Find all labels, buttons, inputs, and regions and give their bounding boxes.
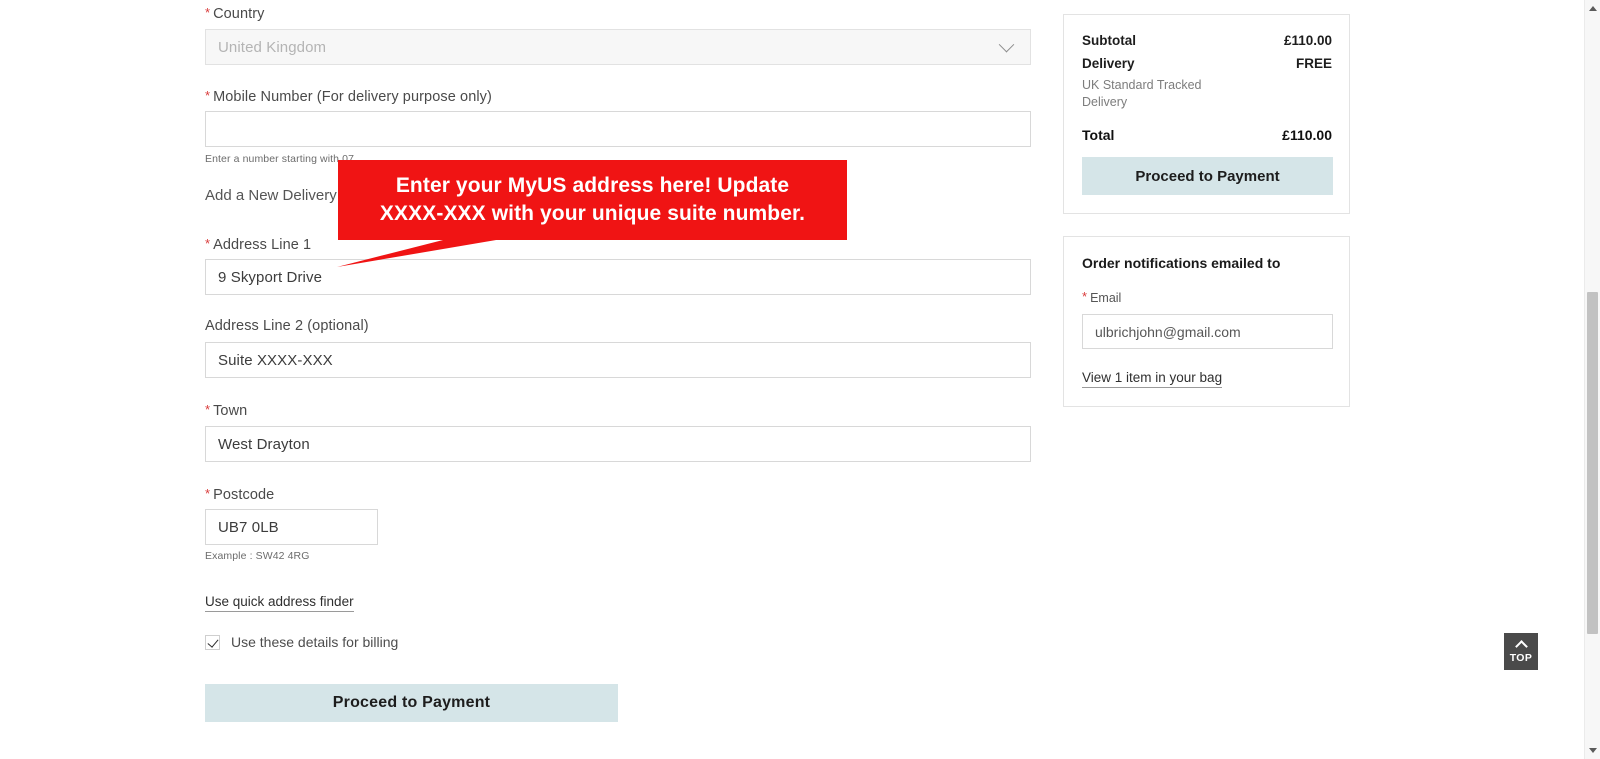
chevron-down-icon [998,36,1015,52]
scrollbar-down-arrow-icon[interactable] [1589,748,1597,753]
country-select[interactable]: United Kingdom [205,29,1031,65]
town-input[interactable]: West Drayton [205,426,1031,462]
order-summary-column: Subtotal £110.00 Delivery FREE UK Standa… [1063,14,1350,407]
proceed-to-payment-button-sidebar[interactable]: Proceed to Payment [1082,157,1333,195]
postcode-value: UB7 0LB [218,518,279,536]
subtotal-label: Subtotal [1082,33,1136,48]
checkout-delivery-page: * Country United Kingdom * Mobile Number (… [0,0,1600,759]
address-line-1-input[interactable]: 9 Skyport Drive [205,259,1031,295]
use-details-for-billing-checkbox[interactable] [205,634,220,650]
required-asterisk: * [205,486,211,501]
total-label: Total [1082,127,1115,143]
postcode-input[interactable]: UB7 0LB [205,509,378,545]
scrollbar-thumb[interactable] [1587,292,1598,634]
mobile-hint: Enter a number starting with 07 [205,153,355,165]
email-value: ulbrichjohn@gmail.com [1095,323,1241,340]
address-line-2-value: Suite XXXX-XXX [218,351,333,369]
mobile-label: * Mobile Number (For delivery purpose onl… [205,88,492,105]
required-asterisk: * [1082,289,1088,304]
delivery-row: Delivery FREE [1082,56,1332,71]
required-asterisk: * [205,402,211,417]
postcode-label: * Postcode [205,486,275,503]
required-asterisk: * [205,5,211,20]
total-row: Total £110.00 [1082,127,1332,143]
address-line-1-label: * Address Line 1 [205,236,312,253]
email-input[interactable]: ulbrichjohn@gmail.com [1082,314,1333,349]
order-summary-card: Subtotal £110.00 Delivery FREE UK Standa… [1063,14,1350,214]
proceed-to-payment-button-main[interactable]: Proceed to Payment [205,684,618,722]
callout-line-1: Enter your MyUS address here! Update [395,174,790,197]
email-label: * Email [1082,289,1122,305]
mobile-input[interactable] [205,111,1031,147]
country-label: * Country [205,5,265,22]
required-asterisk: * [205,88,211,103]
order-notifications-card: Order notifications emailed to * Email ul… [1063,236,1350,407]
billing-checkbox-row[interactable]: Use these details for billing [205,634,398,650]
postcode-hint: Example : SW42 4RG [205,550,310,562]
subtotal-value: £110.00 [1283,33,1332,48]
address-line-2-label: Address Line 2 (optional) [205,318,369,334]
delivery-label: Delivery [1082,56,1135,71]
billing-checkbox-label: Use these details for billing [231,634,399,650]
town-label: * Town [205,402,248,419]
quick-address-finder-link[interactable]: Use quick address finder [205,594,354,612]
total-value: £110.00 [1282,127,1332,143]
town-value: West Drayton [218,435,310,453]
scroll-to-top-button[interactable]: TOP [1504,633,1538,670]
callout-line-2: XXXX-XXX with your unique suite number. [379,202,806,225]
callout-tail [337,239,502,267]
vertical-scrollbar[interactable] [1584,0,1600,759]
subtotal-row: Subtotal £110.00 [1082,33,1332,48]
delivery-note: UK Standard Tracked Delivery [1082,78,1202,109]
address-line-2-input[interactable]: Suite XXXX-XXX [205,342,1031,378]
myus-address-callout: Enter your MyUS address here! Update XXX… [338,160,847,240]
scrollbar-up-arrow-icon[interactable] [1589,6,1597,11]
chevron-up-icon [1514,640,1528,653]
scroll-to-top-label: TOP [1509,652,1533,664]
required-asterisk: * [205,236,211,251]
address-line-1-value: 9 Skyport Drive [218,268,323,286]
delivery-value: FREE [1295,56,1332,71]
notifications-title: Order notifications emailed to [1082,255,1281,271]
view-bag-link[interactable]: View 1 item in your bag [1082,370,1223,388]
country-select-value: United Kingdom [218,38,327,56]
